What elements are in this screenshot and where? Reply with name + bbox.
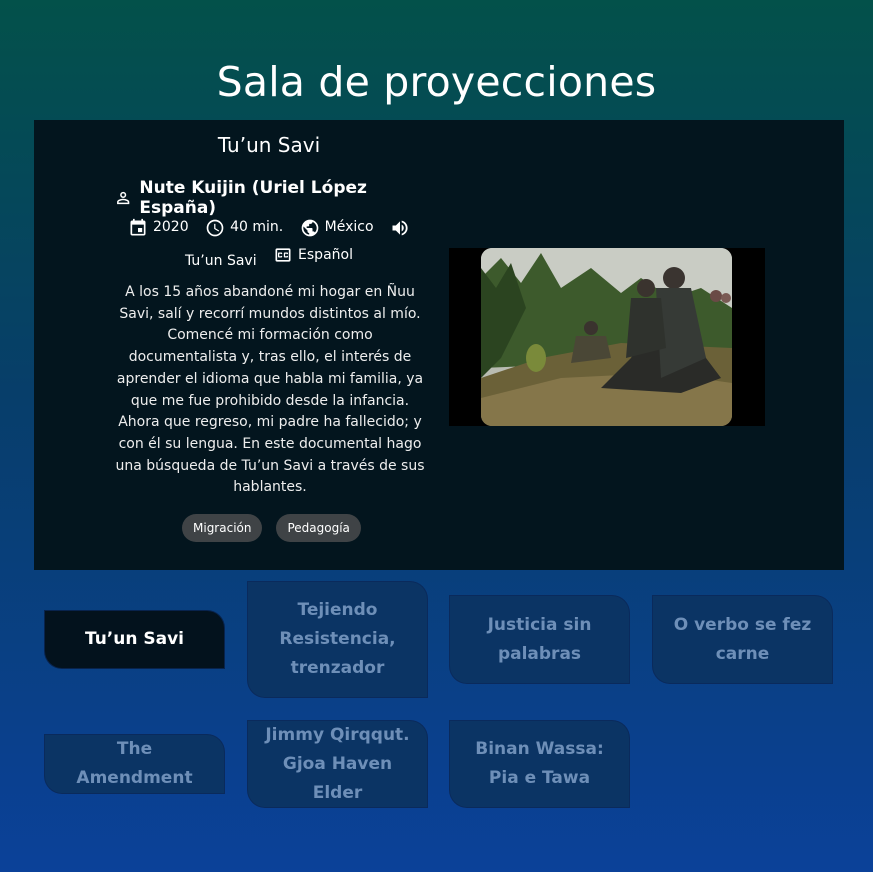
- film-meta: 2020 40 min. México Tu’un Savi Español: [114, 217, 424, 272]
- tag-list: Migración Pedagogía: [182, 514, 361, 542]
- globe-icon: [301, 219, 318, 236]
- film-synopsis: A los 15 años abandoné mi hogar en Ñuu S…: [115, 284, 425, 496]
- subtitles-item: Español: [273, 245, 353, 266]
- language-label-item: Tu’un Savi: [185, 251, 257, 272]
- film-title: Tu’un Savi: [217, 133, 321, 157]
- film-card-tejiendo-resistencia[interactable]: Tejiendo Resistencia, trenzador: [247, 581, 428, 698]
- subtitles: Español: [298, 246, 353, 263]
- film-detail-panel: Tu’un Savi Nute Kuijin (Uriel López Espa…: [34, 120, 844, 570]
- film-card-tuun-savi[interactable]: Tu’un Savi: [44, 610, 225, 669]
- film-card-jimmy-qirqqut[interactable]: Jimmy Qirqqut. Gjoa Haven Elder: [247, 720, 428, 808]
- film-card-binan-wassa[interactable]: Binan Wassa: Pia e Tawa: [449, 720, 630, 808]
- tag[interactable]: Pedagogía: [276, 514, 361, 542]
- clock-icon: [206, 219, 224, 236]
- country: México: [324, 219, 374, 235]
- country-item: México: [300, 217, 374, 238]
- language-item: [390, 218, 410, 238]
- speaker-icon: [392, 220, 408, 235]
- year: 2020: [152, 219, 189, 235]
- film-card-justicia-sin-palabras[interactable]: Justicia sin palabras: [449, 595, 630, 684]
- film-card-o-verbo-se-fez-carne[interactable]: O verbo se fez carne: [652, 595, 833, 684]
- duration: 40 min.: [230, 219, 284, 235]
- person-icon: [117, 191, 130, 205]
- language: Tu’un Savi: [185, 253, 257, 269]
- closed-captions-icon: [275, 248, 291, 262]
- duration-item: 40 min.: [205, 217, 283, 238]
- video-player[interactable]: [449, 248, 765, 426]
- tag[interactable]: Migración: [182, 514, 263, 542]
- page-title: Sala de proyecciones: [216, 58, 657, 106]
- calendar-icon: [130, 218, 146, 235]
- year-item: 2020: [128, 217, 189, 238]
- video-frame: [481, 248, 732, 426]
- film-still-image: [481, 248, 732, 426]
- film-card-the-amendment[interactable]: The Amendment: [44, 734, 225, 794]
- director-name: Nute Kuijin (Uriel López España): [139, 178, 367, 218]
- director-row: Nute Kuijin (Uriel López España): [114, 178, 424, 218]
